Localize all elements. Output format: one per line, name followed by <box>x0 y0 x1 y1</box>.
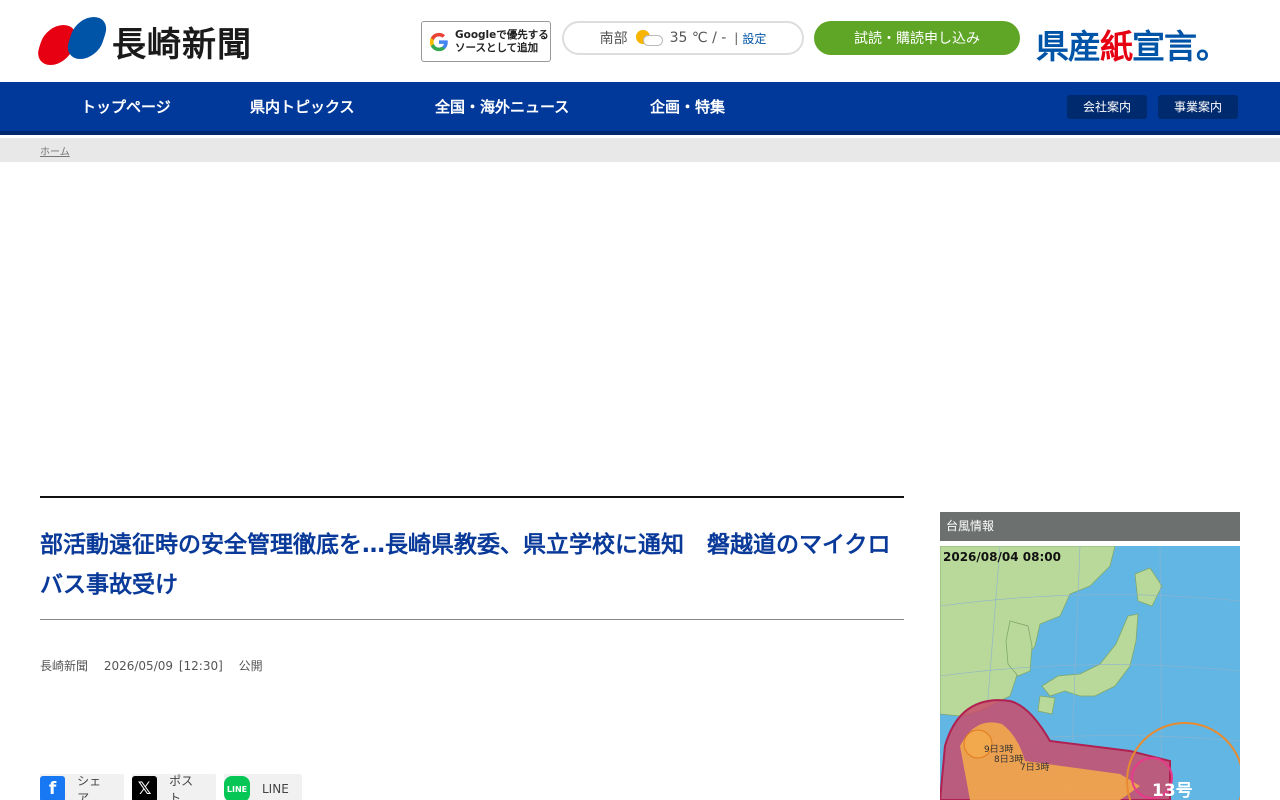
map-label-9th: 9日3時 <box>984 744 1013 755</box>
sunny-cloudy-icon <box>634 29 664 47</box>
share-x-button[interactable]: 𝕏 ポスト <box>132 774 216 800</box>
typhoon-number-label: 13号 <box>1152 781 1193 800</box>
weather-region: 南部 <box>599 31 628 47</box>
facebook-icon: f <box>40 776 66 800</box>
declare-text-3: 宣言。 <box>1132 27 1229 66</box>
nav-national-world-news[interactable]: 全国・海外ニュース <box>435 82 569 132</box>
declare-text-2: 紙 <box>1100 27 1133 66</box>
typhoon-map-timestamp: 2026/08/04 08:00 <box>943 550 1061 564</box>
breadcrumb-home-link[interactable]: ホーム <box>40 143 70 158</box>
weather-setting-link[interactable]: 設定 <box>742 30 766 47</box>
share-line-button[interactable]: LINE LINE <box>224 774 302 800</box>
weather-widget: 南部 35 ℃ / - | 設定 <box>562 21 804 55</box>
share-facebook-button[interactable]: f シェア <box>40 774 124 800</box>
share-x-label: ポスト <box>169 774 194 800</box>
article-title: 部活動遠征時の安全管理徹底を…長崎県教委、県立学校に通知 磐越道のマイクロバス事… <box>40 532 891 598</box>
google-source-line1: Googleで優先する <box>455 28 549 41</box>
prefecture-paper-declaration-banner[interactable]: 県産紙宣言。 <box>1036 20 1229 68</box>
site-logo[interactable]: 長崎新聞 <box>33 17 252 65</box>
typhoon-map[interactable]: 9日3時 8日3時 7日3時 13号 2026/08/04 08:00 <box>940 546 1240 800</box>
typhoon-info-heading: 台風情報 <box>940 512 1240 541</box>
company-info-button[interactable]: 会社案内 <box>1067 95 1148 119</box>
business-info-button[interactable]: 事業案内 <box>1158 95 1239 119</box>
share-line-label: LINE <box>262 782 289 796</box>
google-source-label: Googleで優先する ソースとして追加 <box>455 29 549 55</box>
typhoon-map-graphic: 9日3時 8日3時 7日3時 13号 <box>940 546 1240 800</box>
weather-separator: | <box>734 31 739 45</box>
weather-temperature: 35 ℃ / - <box>669 30 727 46</box>
article-source: 長崎新聞 <box>40 659 89 673</box>
nav-top-page[interactable]: トップページ <box>81 82 171 132</box>
nav-prefecture-topics[interactable]: 県内トピックス <box>250 82 355 132</box>
article-datetime: 2026/05/09 [12:30] <box>103 659 223 673</box>
article-status: 公開 <box>238 659 263 673</box>
article-top-rule <box>40 496 904 498</box>
site-header: 長崎新聞 Googleで優先する ソースとして追加 南部 35 ℃ / - | … <box>0 0 1280 82</box>
map-label-7th: 7日3時 <box>1020 762 1049 773</box>
line-icon: LINE <box>224 776 250 800</box>
article-title-rule <box>40 619 904 620</box>
article-meta: 長崎新聞 2026/05/09 [12:30] 公開 <box>40 657 273 674</box>
google-g-icon <box>429 32 448 51</box>
nav-features[interactable]: 企画・特集 <box>650 82 725 132</box>
declare-text-1: 県産 <box>1036 27 1101 66</box>
global-nav: トップページ 県内トピックス 全国・海外ニュース 企画・特集 会社案内 事業案内 <box>0 82 1280 135</box>
logo-text: 長崎新聞 <box>112 24 252 65</box>
subscribe-button[interactable]: 試読・購読申し込み <box>814 21 1020 55</box>
logo-mark-icon <box>33 17 111 65</box>
google-source-line2: ソースとして追加 <box>455 41 539 54</box>
share-facebook-label: シェア <box>77 774 102 800</box>
google-preferred-source-button[interactable]: Googleで優先する ソースとして追加 <box>421 21 551 62</box>
breadcrumb: ホーム <box>0 138 1280 162</box>
x-logo-icon: 𝕏 <box>132 776 158 800</box>
